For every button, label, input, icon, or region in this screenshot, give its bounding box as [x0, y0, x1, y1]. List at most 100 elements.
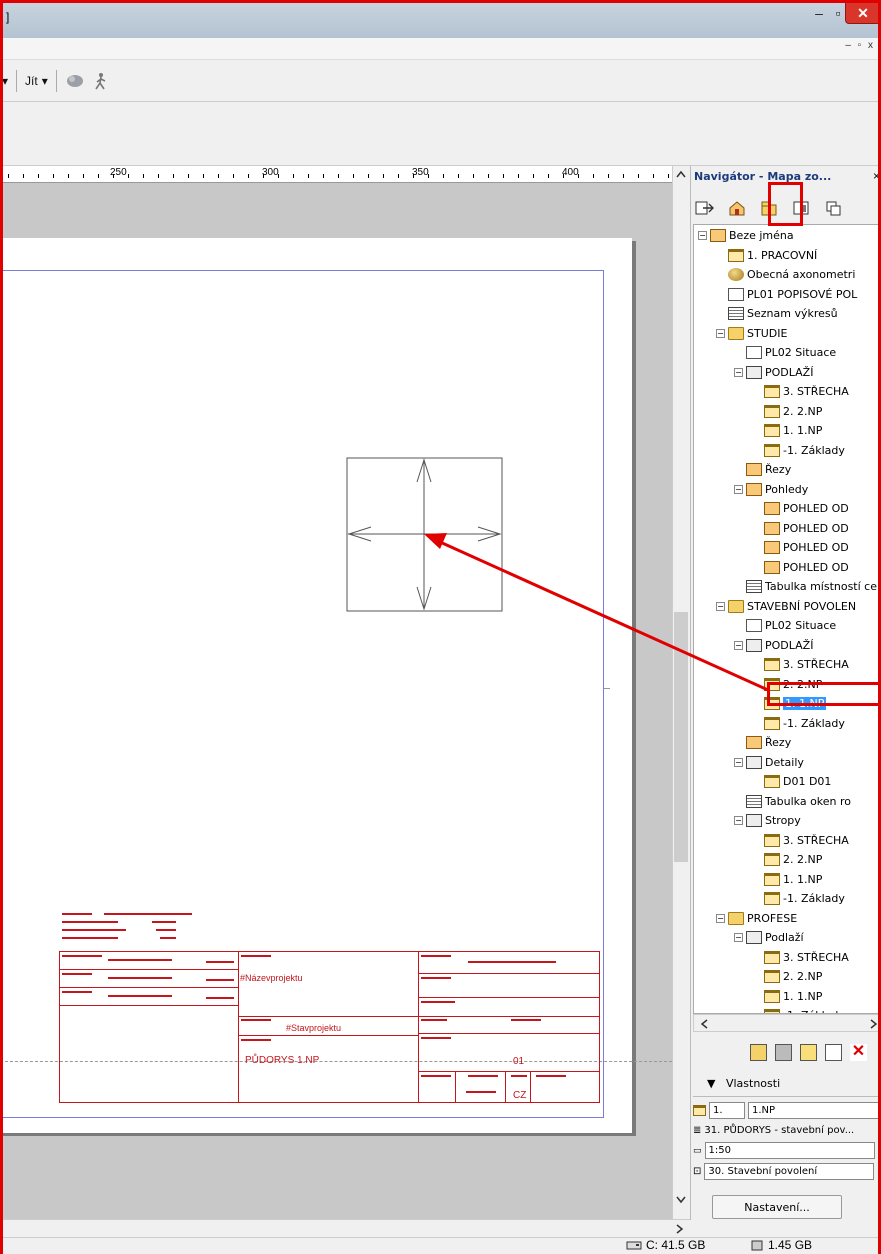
tree-item[interactable]: 2. 2.NP	[752, 967, 822, 986]
tree-item[interactable]: Obecná axonometri	[716, 265, 855, 284]
ruler-tick	[68, 174, 69, 178]
tree-item[interactable]: Seznam výkresů	[716, 304, 838, 323]
drawing-canvas[interactable]: #Názevprojektu #Stavprojektu PŮDORYS 1.N…	[0, 183, 672, 1219]
tree-item[interactable]: 1. 1.NP	[752, 694, 827, 713]
settings-button[interactable]: Nastavení...	[712, 1195, 842, 1219]
tree-item[interactable]: -1. Základy	[752, 1006, 845, 1013]
tree-item[interactable]: -1. Základy	[752, 441, 845, 460]
project-map-icon[interactable]	[726, 197, 748, 219]
tree-item[interactable]: POHLED OD	[752, 519, 849, 538]
navigator-close-button[interactable]: ×	[873, 169, 880, 183]
close-button[interactable]: ✕	[845, 2, 881, 24]
tree-item[interactable]: 3. STŘECHA	[752, 655, 849, 674]
go-menu[interactable]: Jít ▾	[25, 74, 48, 88]
titleblock-placeholder	[62, 913, 92, 915]
maximize-button[interactable]: ▫	[832, 2, 844, 24]
stories-icon	[746, 814, 762, 827]
story-name-field[interactable]: 1.NP	[748, 1102, 880, 1119]
tree-item[interactable]: 3. STŘECHA	[752, 831, 849, 850]
story-number-field[interactable]: 1.	[709, 1102, 745, 1119]
pen-set-field[interactable]: 30. Stavební povolení	[704, 1163, 875, 1180]
walk-button[interactable]	[93, 72, 109, 90]
tree-item[interactable]: PL02 Situace	[734, 616, 836, 635]
layer-combo-field[interactable]: 31. PŮDORYS - stavební pov...	[704, 1125, 854, 1136]
tree-item-label: POHLED OD	[783, 502, 849, 515]
new-view-icon[interactable]	[750, 1044, 767, 1061]
tree-item[interactable]: − STUDIE	[716, 324, 787, 343]
tree-expander[interactable]: −	[698, 231, 707, 240]
tree-item[interactable]: − PODLAŽÍ	[734, 363, 813, 382]
tree-item[interactable]: PL01 POPISOVÉ POL	[716, 285, 857, 304]
tree-item[interactable]: − Pohledy	[734, 480, 808, 499]
delete-icon[interactable]: ✕	[850, 1044, 867, 1061]
tree-item-label: D01 D01	[783, 775, 832, 788]
tree-item[interactable]: 2. 2.NP	[752, 850, 822, 869]
navigator-toolbar	[694, 194, 881, 222]
scale-field[interactable]: 1:50	[704, 1142, 875, 1159]
tree-item[interactable]: 3. STŘECHA	[752, 948, 849, 967]
mdi-window-controls[interactable]: – ▫ x	[845, 40, 875, 51]
tree-item[interactable]: Řezy	[734, 733, 791, 752]
properties-header[interactable]: ▼ Vlastnosti	[707, 1077, 780, 1090]
tree-expander[interactable]: −	[734, 640, 743, 650]
tree-item[interactable]: − PROFESE	[716, 909, 797, 928]
tree-expander[interactable]: −	[716, 601, 725, 611]
tree-item[interactable]: − Beze jména	[698, 226, 794, 245]
tree-item[interactable]: PL02 Situace	[734, 343, 836, 362]
tree-item[interactable]: 1. 1.NP	[752, 421, 822, 440]
chevron-up-icon[interactable]	[676, 170, 686, 178]
tree-item[interactable]: 1. 1.NP	[752, 987, 822, 1006]
tree-item[interactable]: − PODLAŽÍ	[734, 636, 813, 655]
layout-book-icon[interactable]	[790, 197, 812, 219]
chevron-right-icon[interactable]	[870, 1019, 878, 1029]
tree-item[interactable]: − STAVEBNÍ POVOLEN	[716, 597, 856, 616]
tree-item[interactable]: POHLED OD	[752, 499, 849, 518]
orbit-button[interactable]	[65, 72, 85, 90]
tree-expander[interactable]: −	[734, 933, 743, 942]
tree-item[interactable]: Tabulka místností ce	[734, 577, 877, 596]
tree-item[interactable]: 1. PRACOVNÍ	[716, 246, 817, 265]
tree-item[interactable]: Řezy	[734, 460, 791, 479]
publish-icon[interactable]	[694, 197, 716, 219]
tree-expander[interactable]: −	[734, 484, 743, 494]
tree-item-label: 3. STŘECHA	[783, 950, 849, 964]
tree-horizontal-scrollbar[interactable]	[693, 1014, 881, 1032]
table-icon	[746, 794, 762, 808]
tree-expander[interactable]: −	[734, 367, 743, 377]
tree-item[interactable]: D01 D01	[752, 772, 831, 791]
tree-expander[interactable]: −	[716, 913, 725, 923]
tree-item[interactable]: Tabulka oken ro	[734, 792, 851, 811]
chevron-down-icon[interactable]: ▾	[2, 74, 8, 88]
tree-item[interactable]: 2. 2.NP	[752, 675, 822, 694]
house-icon	[710, 229, 726, 242]
chevron-left-icon[interactable]	[700, 1019, 708, 1029]
tree-item[interactable]: − Detaily	[734, 753, 804, 772]
tree-expander[interactable]: −	[734, 816, 743, 825]
minimize-button[interactable]: –	[806, 2, 832, 24]
drawing-origin-marker[interactable]	[346, 457, 504, 613]
tree-item[interactable]: 3. STŘECHA	[752, 382, 849, 401]
window-title: ]	[6, 10, 10, 24]
tree-item[interactable]: POHLED OD	[752, 538, 849, 557]
publisher-sets-icon[interactable]	[822, 197, 844, 219]
tree-item[interactable]: POHLED OD	[752, 558, 849, 577]
ruler-tick	[203, 174, 204, 178]
go-label: Jít	[25, 73, 38, 88]
project-tree[interactable]: − Beze jména 1. PRACOVNÍ Obecná axonometri P…	[693, 224, 881, 1014]
chevron-down-icon[interactable]	[676, 1196, 686, 1204]
tree-expander[interactable]: −	[734, 757, 743, 767]
tree-item[interactable]: 2. 2.NP	[752, 402, 822, 421]
canvas-horizontal-scrollbar[interactable]	[0, 1219, 690, 1237]
tree-expander[interactable]: −	[716, 328, 725, 338]
tree-item[interactable]: -1. Základy	[752, 714, 845, 733]
tree-item[interactable]: 1. 1.NP	[752, 870, 822, 889]
clone-icon[interactable]	[825, 1044, 842, 1061]
view-map-icon[interactable]	[758, 197, 780, 219]
tree-item[interactable]: − Podlaží	[734, 928, 804, 947]
tree-item[interactable]: − Stropy	[734, 811, 801, 830]
save-view-icon[interactable]	[775, 1044, 792, 1061]
new-folder-icon[interactable]	[800, 1044, 817, 1061]
canvas-scroll-thumb[interactable]	[674, 612, 688, 862]
chevron-right-icon[interactable]	[676, 1224, 684, 1234]
tree-item[interactable]: -1. Základy	[752, 889, 845, 908]
